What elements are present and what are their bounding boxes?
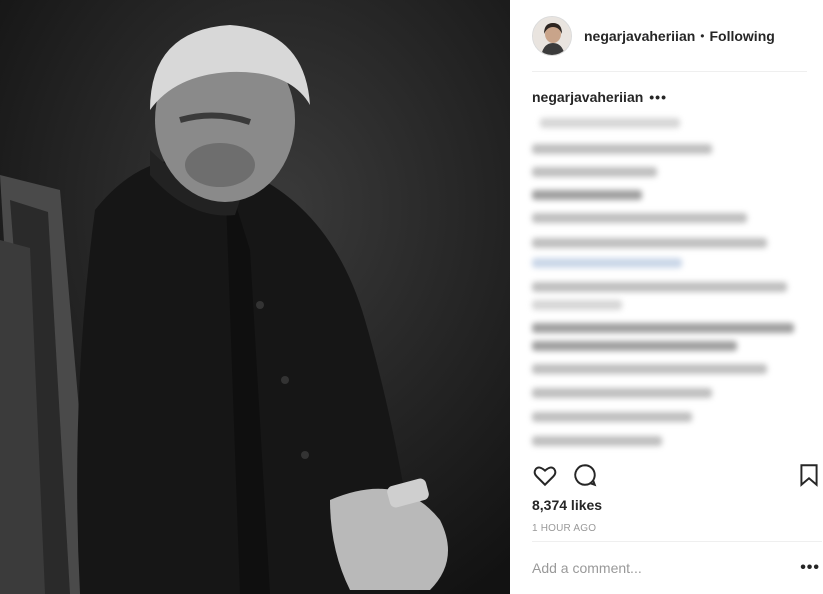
comment-line [532,388,712,398]
comment-line [532,213,747,223]
bookmark-icon[interactable] [796,462,822,488]
post-side-panel: negarjavaheriian • Following negarjavahe… [510,0,823,594]
comment-line [540,118,680,128]
comment-line [532,190,642,200]
post-header: negarjavaheriian • Following [532,0,807,72]
comment-bar: ••• [532,541,822,594]
comment-options-button[interactable]: ••• [800,559,820,577]
comment-line [532,282,787,292]
likes-count[interactable]: 8,374 likes [532,497,602,513]
caption-row: negarjavaheriian ••• [532,86,812,108]
header-separator: • [700,28,705,43]
comment-line [532,412,692,422]
comment-line [532,436,662,446]
following-button[interactable]: Following [709,28,774,44]
comment-icon[interactable] [572,462,598,488]
blurred-comments [528,112,813,462]
comment-line [532,364,767,374]
comment-line [532,300,622,310]
avatar-image [533,16,571,55]
post-actions [532,462,822,488]
comment-line [532,144,712,154]
comment-line [532,238,767,248]
post-photo[interactable] [0,0,510,594]
comment-line [532,167,657,177]
comment-line [532,258,682,268]
avatar[interactable] [532,15,572,56]
comment-line [532,341,737,351]
header-username[interactable]: negarjavaheriian [584,28,695,44]
comment-line [532,323,794,333]
caption-more-button[interactable]: ••• [649,89,667,105]
heart-icon[interactable] [532,462,558,488]
comment-input[interactable] [532,560,801,576]
post-timestamp[interactable]: 1 HOUR AGO [532,523,596,534]
caption-username[interactable]: negarjavaheriian [532,89,643,105]
